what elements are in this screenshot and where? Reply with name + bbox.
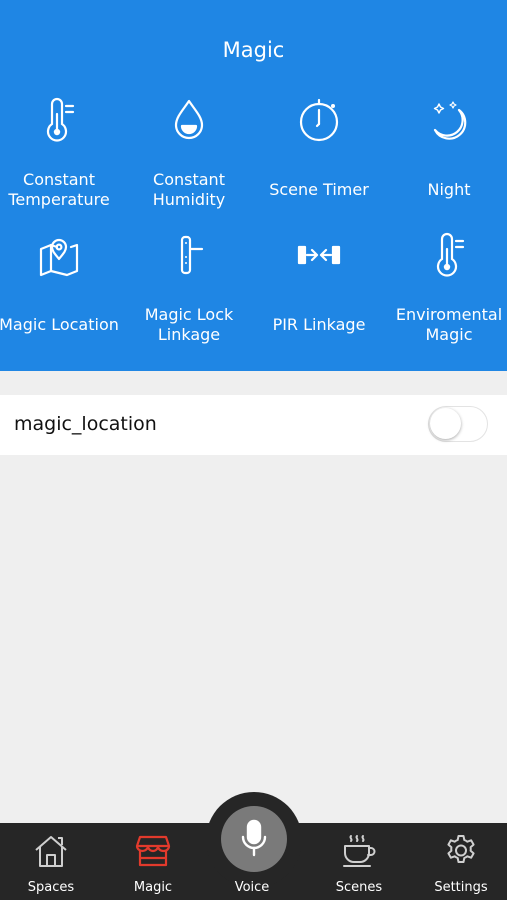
thermometer-icon — [436, 232, 465, 277]
tab-voice-label: Voice — [234, 880, 270, 895]
house-icon — [35, 836, 67, 867]
tile-label: Enviromental Magic — [395, 305, 503, 344]
tab-settings[interactable]: Settings — [411, 823, 507, 900]
magic-location-toggle[interactable] — [428, 406, 488, 442]
tile-label: PIR Linkage — [272, 315, 366, 334]
tile-label: Constant Humidity — [152, 170, 226, 209]
tab-label: Spaces — [27, 880, 75, 895]
store-icon — [135, 835, 171, 867]
tile-label: Magic Location — [0, 315, 119, 334]
tile-magic-lock-linkage[interactable]: Magic Lock Linkage — [126, 225, 252, 355]
coffee-cup-icon — [343, 835, 376, 867]
tile-label: Night — [427, 180, 471, 199]
tile-night[interactable]: Night — [386, 90, 507, 220]
tab-label: Settings — [434, 880, 488, 895]
tile-constant-humidity[interactable]: Constant Humidity — [126, 90, 252, 220]
thermometer-icon — [46, 97, 75, 142]
tab-spaces[interactable]: Spaces — [1, 823, 101, 900]
tile-label: Scene Timer — [269, 180, 369, 199]
tab-scenes[interactable]: Scenes — [309, 823, 409, 900]
page-title: Magic — [222, 38, 285, 62]
tile-label: Magic Lock Linkage — [144, 305, 234, 344]
tab-magic[interactable]: Magic — [103, 823, 203, 900]
timer-icon — [299, 98, 339, 142]
tile-pir-linkage[interactable]: PIR Linkage — [256, 225, 382, 355]
voice-button[interactable] — [221, 806, 287, 872]
tab-label: Magic — [133, 880, 173, 895]
tile-constant-temperature[interactable]: Constant Temperature — [0, 90, 122, 220]
map-location-icon — [39, 238, 79, 277]
magic-header: Magic Constant Temperature Constant Humi… — [0, 0, 507, 371]
list-item-label: magic_location — [14, 413, 157, 435]
tile-magic-location[interactable]: Magic Location — [0, 225, 122, 355]
tab-label: Scenes — [335, 880, 383, 895]
door-lock-icon — [180, 235, 204, 275]
pir-sensor-icon — [297, 245, 341, 265]
water-drop-icon — [174, 99, 204, 140]
tile-label: Constant Temperature — [8, 170, 110, 209]
gear-icon — [447, 835, 475, 863]
tile-scene-timer[interactable]: Scene Timer — [256, 90, 382, 220]
toggle-knob — [430, 408, 461, 439]
moon-stars-icon — [433, 101, 467, 140]
tile-enviromental-magic[interactable]: Enviromental Magic — [386, 225, 507, 355]
microphone-icon — [241, 819, 267, 857]
list-item: magic_location — [0, 395, 507, 455]
